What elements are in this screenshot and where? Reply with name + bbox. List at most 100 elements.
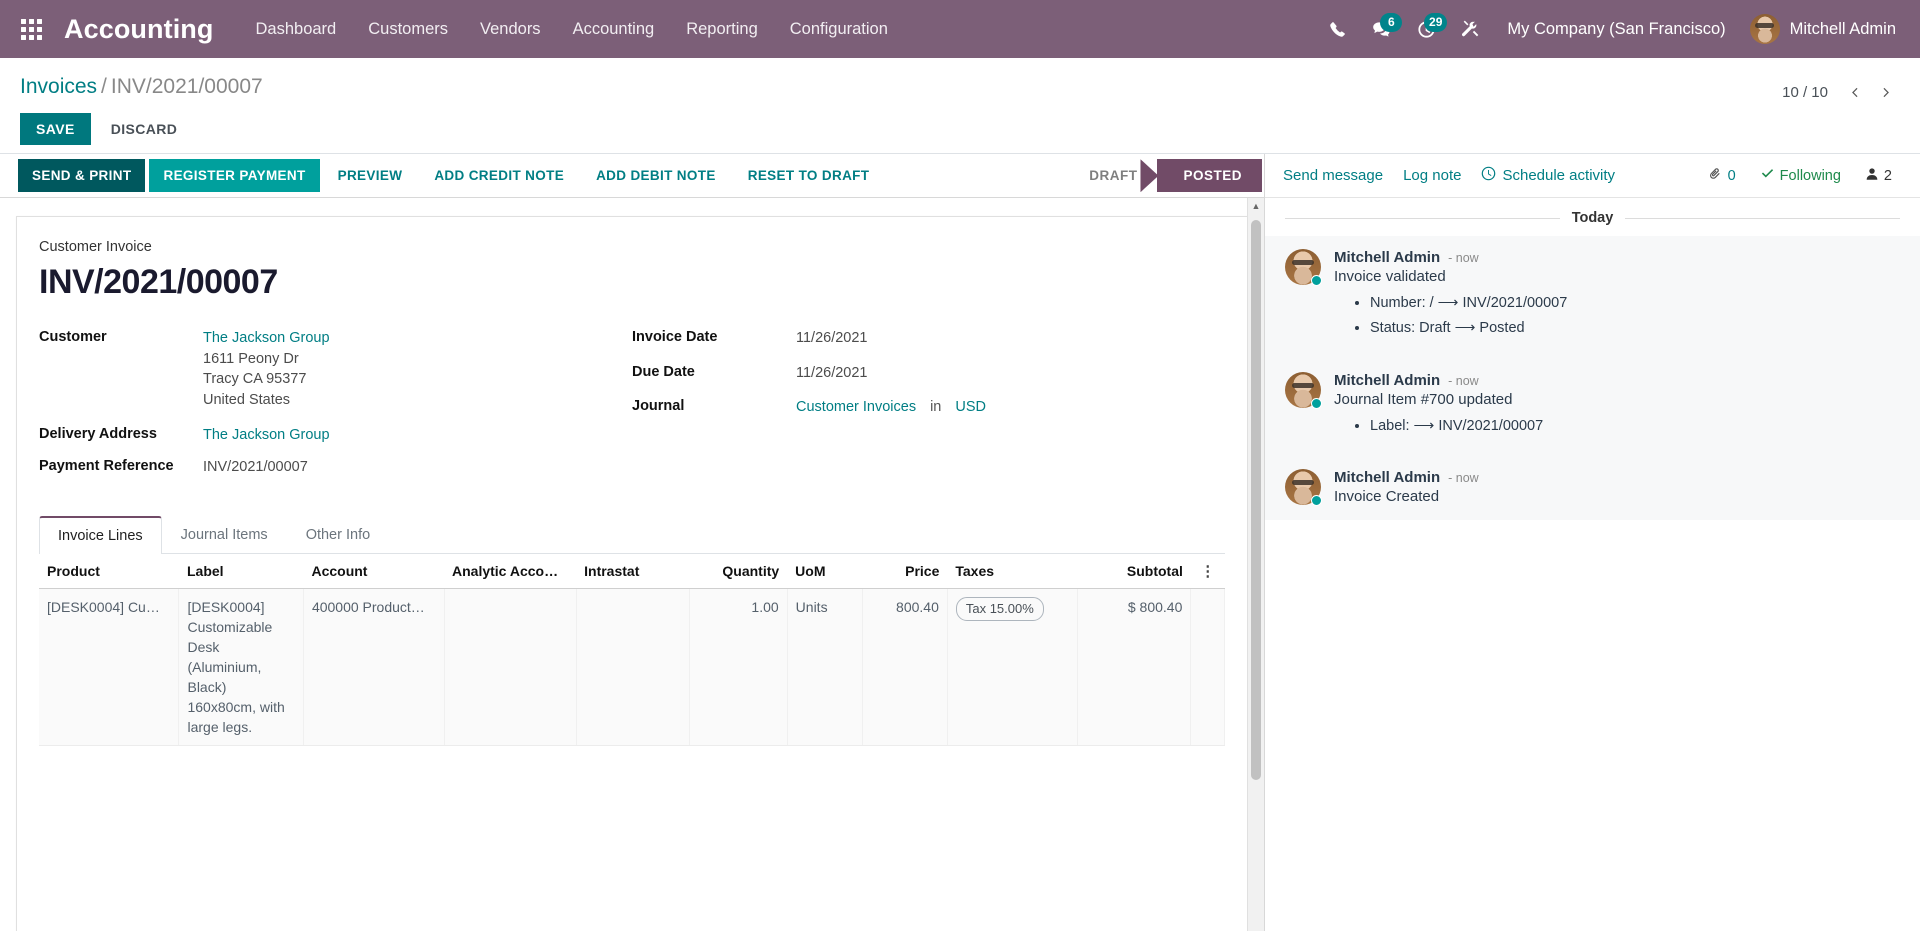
column-header-price[interactable]: Price	[862, 553, 948, 589]
status-pipeline: DRAFT POSTED	[1075, 154, 1264, 197]
invoice-date-value[interactable]: 11/26/2021	[796, 328, 868, 349]
message-author[interactable]: Mitchell Admin	[1334, 469, 1440, 486]
field-label-payment-reference: Payment Reference	[39, 458, 174, 475]
cell-taxes[interactable]: Tax 15.00%	[947, 588, 1078, 746]
notebook-tabs: Invoice Lines Journal Items Other Info	[39, 515, 1225, 554]
discard-button[interactable]: DISCARD	[97, 113, 192, 145]
message-author[interactable]: Mitchell Admin	[1334, 372, 1440, 389]
optional-columns-dots-icon[interactable]: ⋮	[1190, 553, 1225, 589]
breadcrumb-separator: /	[101, 75, 107, 98]
followers-counter[interactable]: 2	[1855, 161, 1902, 191]
main-menu: Dashboard Customers Vendors Accounting R…	[240, 12, 904, 47]
tab-journal-items[interactable]: Journal Items	[162, 516, 287, 554]
field-due-date: Due Date 11/26/2021	[632, 363, 1225, 384]
menu-item-dashboard[interactable]: Dashboard	[240, 12, 353, 47]
save-button[interactable]: SAVE	[20, 113, 91, 146]
form-statusbar: SEND & PRINT REGISTER PAYMENT PREVIEW AD…	[0, 154, 1264, 199]
customer-link[interactable]: The Jackson Group	[203, 328, 330, 349]
customer-city: Tracy CA 95377	[203, 371, 307, 388]
message-author[interactable]: Mitchell Admin	[1334, 249, 1440, 266]
column-header-quantity[interactable]: Quantity	[689, 553, 788, 589]
payment-reference-value[interactable]: INV/2021/00007	[203, 457, 308, 478]
breadcrumb-invoices[interactable]: Invoices	[20, 75, 97, 98]
menu-item-accounting[interactable]: Accounting	[557, 12, 671, 47]
field-label-customer: Customer	[39, 329, 107, 346]
schedule-activity-label: Schedule activity	[1502, 167, 1616, 185]
send-and-print-button[interactable]: SEND & PRINT	[18, 159, 146, 193]
chatter-toolbar: Send message Log note Schedule activity …	[1265, 154, 1920, 199]
column-header-intrastat[interactable]: Intrastat	[576, 553, 690, 589]
journal-currency-separator: in	[930, 399, 942, 416]
journal-currency[interactable]: USD	[955, 397, 986, 418]
cell-product[interactable]: [DESK0004] Cu…	[39, 588, 180, 746]
column-header-taxes[interactable]: Taxes	[947, 553, 1078, 589]
menu-item-reporting[interactable]: Reporting	[670, 12, 774, 47]
record-actions: SAVE DISCARD	[20, 113, 1782, 146]
column-header-analytic-account[interactable]: Analytic Acco…	[444, 553, 577, 589]
user-menu[interactable]: Mitchell Admin	[1740, 10, 1902, 48]
cell-intrastat[interactable]	[576, 588, 691, 746]
tab-other-info[interactable]: Other Info	[287, 516, 389, 554]
journal-value[interactable]: Customer Invoices	[796, 397, 916, 418]
cell-price[interactable]: 800.40	[862, 588, 948, 746]
tab-invoice-lines[interactable]: Invoice Lines	[39, 515, 162, 554]
control-panel: Invoices / INV/2021/00007 SAVE DISCARD 10 …	[0, 58, 1920, 155]
column-header-uom[interactable]: UoM	[787, 553, 863, 589]
chatter-panel: Send message Log note Schedule activity …	[1265, 154, 1920, 931]
schedule-activity-button[interactable]: Schedule activity	[1471, 160, 1625, 191]
due-date-value[interactable]: 11/26/2021	[796, 363, 868, 384]
table-row[interactable]: [DESK0004] Cu… [DESK0004] Customizable D…	[39, 588, 1225, 746]
reset-to-draft-button[interactable]: RESET TO DRAFT	[734, 159, 884, 192]
followers-count: 2	[1883, 167, 1892, 184]
register-payment-button[interactable]: REGISTER PAYMENT	[149, 159, 320, 193]
page-title: INV/2021/00007	[39, 263, 278, 302]
field-label-due-date: Due Date	[632, 363, 695, 380]
field-label-invoice-date: Invoice Date	[632, 329, 718, 346]
form-scrollbar[interactable]: ▲ ▼	[1247, 198, 1264, 931]
navbar-right-tools: 6 29 My Company (San Francisco) Mitchell…	[1316, 10, 1902, 48]
cell-label[interactable]: [DESK0004] Customizable Desk (Aluminium,…	[178, 588, 304, 746]
preview-button[interactable]: PREVIEW	[324, 159, 417, 192]
user-name: Mitchell Admin	[1789, 19, 1896, 38]
app-brand-title[interactable]: Accounting	[64, 14, 214, 45]
check-icon	[1760, 166, 1775, 185]
menu-item-vendors[interactable]: Vendors	[464, 12, 557, 47]
menu-item-customers[interactable]: Customers	[352, 12, 464, 47]
cell-options	[1190, 588, 1225, 746]
field-value-customer: The Jackson Group 1611 Peony Dr Tracy CA…	[203, 328, 330, 410]
table-empty-row[interactable]	[39, 781, 1225, 817]
add-credit-note-button[interactable]: ADD CREDIT NOTE	[420, 159, 578, 192]
cell-uom[interactable]: Units	[787, 588, 864, 746]
workspace: SEND & PRINT REGISTER PAYMENT PREVIEW AD…	[0, 154, 1920, 931]
invoice-lines-table: Product Label Account Analytic Acco… Int…	[39, 553, 1225, 818]
activities-badge: 29	[1424, 12, 1448, 32]
phone-icon[interactable]	[1316, 15, 1359, 44]
column-header-label[interactable]: Label	[178, 553, 304, 589]
next-record-icon[interactable]	[1872, 78, 1900, 106]
messages-icon[interactable]: 6	[1359, 12, 1404, 45]
log-note-button[interactable]: Log note	[1393, 161, 1471, 190]
column-header-product[interactable]: Product	[39, 553, 179, 589]
company-switcher[interactable]: My Company (San Francisco)	[1493, 12, 1739, 47]
activities-clock-icon[interactable]: 29	[1404, 12, 1449, 45]
send-message-button[interactable]: Send message	[1283, 161, 1393, 190]
following-toggle[interactable]: Following	[1750, 160, 1851, 191]
column-header-account[interactable]: Account	[303, 553, 444, 589]
wrench-icon[interactable]	[1449, 14, 1493, 44]
cell-account[interactable]: 400000 Product…	[303, 588, 445, 746]
menu-item-configuration[interactable]: Configuration	[774, 12, 904, 47]
cell-quantity[interactable]: 1.00	[689, 588, 788, 746]
column-header-subtotal[interactable]: Subtotal	[1077, 553, 1191, 589]
table-empty-row[interactable]	[39, 745, 1225, 781]
scrollbar-thumb[interactable]	[1251, 220, 1261, 781]
tax-badge[interactable]: Tax 15.00%	[955, 596, 1044, 622]
cell-analytic-account[interactable]	[444, 588, 577, 746]
day-separator-line-left	[1285, 217, 1560, 219]
scroll-up-icon[interactable]: ▲	[1248, 198, 1264, 214]
status-badge-posted[interactable]: POSTED	[1157, 159, 1262, 193]
attachments-counter[interactable]: 0	[1698, 160, 1746, 191]
previous-record-icon[interactable]	[1840, 78, 1868, 106]
apps-grid-icon[interactable]	[14, 14, 48, 44]
add-debit-note-button[interactable]: ADD DEBIT NOTE	[582, 159, 730, 192]
delivery-address-link[interactable]: The Jackson Group	[203, 425, 330, 446]
